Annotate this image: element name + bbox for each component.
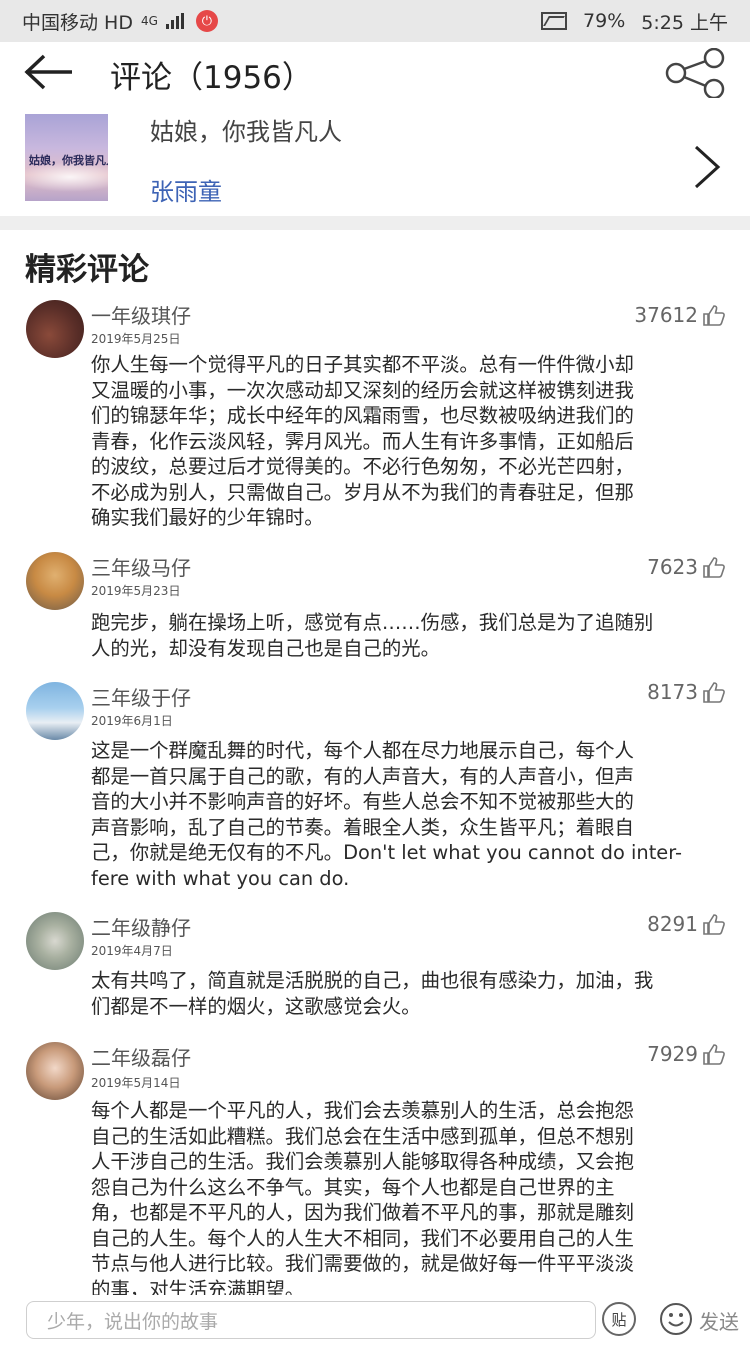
album-cover-text: 姑娘，你我皆凡人	[29, 154, 108, 167]
comment-input-bar: 少年，说出你的故事 贴 发送	[0, 1295, 750, 1345]
thumbs-up-icon	[703, 682, 725, 703]
like-button[interactable]: 8173	[647, 680, 726, 704]
comment-input[interactable]: 少年，说出你的故事	[26, 1301, 596, 1339]
like-count: 8173	[647, 680, 698, 704]
comment-username[interactable]: 二年级静仔	[91, 912, 191, 941]
image-icon	[541, 12, 568, 30]
like-count: 7929	[647, 1042, 698, 1066]
carrier-label: 中国移动 HD	[22, 11, 133, 34]
thumbs-up-icon	[703, 557, 725, 578]
like-count: 8291	[647, 912, 698, 936]
page-title: 评论（1956）	[110, 60, 313, 96]
battery-level: 79%	[583, 10, 626, 32]
comment-username[interactable]: 三年级于仔	[91, 682, 191, 711]
comment-text: 你人生每一个觉得平凡的日子其实都不平淡。总有一件件微小却 又温暖的小事，一次次感…	[91, 353, 634, 529]
avatar[interactable]	[26, 552, 84, 610]
like-count: 37612	[634, 303, 698, 327]
avatar[interactable]	[26, 1042, 84, 1100]
avatar[interactable]	[26, 682, 84, 740]
comment-text: 这是一个群魔乱舞的时代，每个人都在尽力地展示自己，每个人 都是一首只属于自己的歌…	[91, 739, 682, 890]
song-name: 姑娘，你我皆凡人	[150, 118, 342, 146]
notification-icon: ⏻	[195, 10, 218, 32]
back-arrow-icon[interactable]	[24, 54, 74, 90]
signal-icon	[165, 13, 184, 29]
chevron-right-icon[interactable]	[690, 144, 722, 190]
section-divider	[0, 216, 750, 230]
sticker-button[interactable]: 贴	[602, 1302, 636, 1336]
thumbs-up-icon	[703, 305, 725, 326]
thumbs-up-icon	[703, 1044, 725, 1065]
like-button[interactable]: 37612	[634, 303, 726, 327]
avatar[interactable]	[26, 912, 84, 970]
like-button[interactable]: 8291	[647, 912, 726, 936]
send-button[interactable]: 发送	[699, 1306, 739, 1335]
comment-date: 2019年5月14日	[91, 1076, 181, 1090]
comment-date: 2019年5月25日	[91, 332, 181, 346]
thumbs-up-icon	[703, 914, 725, 935]
avatar[interactable]	[26, 300, 84, 358]
emoji-icon[interactable]	[659, 1302, 693, 1336]
comment-username[interactable]: 二年级磊仔	[91, 1042, 191, 1071]
network-indicator: 4G	[140, 14, 158, 28]
like-button[interactable]: 7623	[647, 555, 726, 579]
clock: 5:25 上午	[641, 11, 728, 34]
comment-text: 太有共鸣了，简直就是活脱脱的自己，曲也很有感染力，加油，我 们都是不一样的烟火，…	[91, 969, 654, 1018]
album-cover[interactable]: 姑娘，你我皆凡人	[25, 114, 108, 201]
section-title: 精彩评论	[25, 252, 149, 288]
comment-username[interactable]: 一年级琪仔	[91, 300, 191, 329]
header: 评论（1956）	[0, 42, 750, 104]
status-bar: 中国移动 HD 4G ⏻ 79% 5:25 上午	[0, 0, 750, 42]
comment-date: 2019年6月1日	[91, 714, 173, 728]
comment-username[interactable]: 三年级马仔	[91, 552, 191, 581]
share-icon[interactable]	[664, 48, 726, 98]
comment-text: 跑完步，躺在操场上听，感觉有点……伤感，我们总是为了追随别 人的光，却没有发现自…	[91, 611, 654, 660]
like-count: 7623	[647, 555, 698, 579]
comment-date: 2019年5月23日	[91, 584, 181, 598]
comment-text: 每个人都是一个平凡的人，我们会去羡慕别人的生活，总会抱怨 自己的生活如此糟糕。我…	[91, 1099, 634, 1301]
artist-name[interactable]: 张雨童	[150, 172, 222, 207]
comment-date: 2019年4月7日	[91, 944, 173, 958]
like-button[interactable]: 7929	[647, 1042, 726, 1066]
song-info[interactable]: 姑娘，你我皆凡人 姑娘，你我皆凡人 张雨童	[0, 104, 750, 216]
